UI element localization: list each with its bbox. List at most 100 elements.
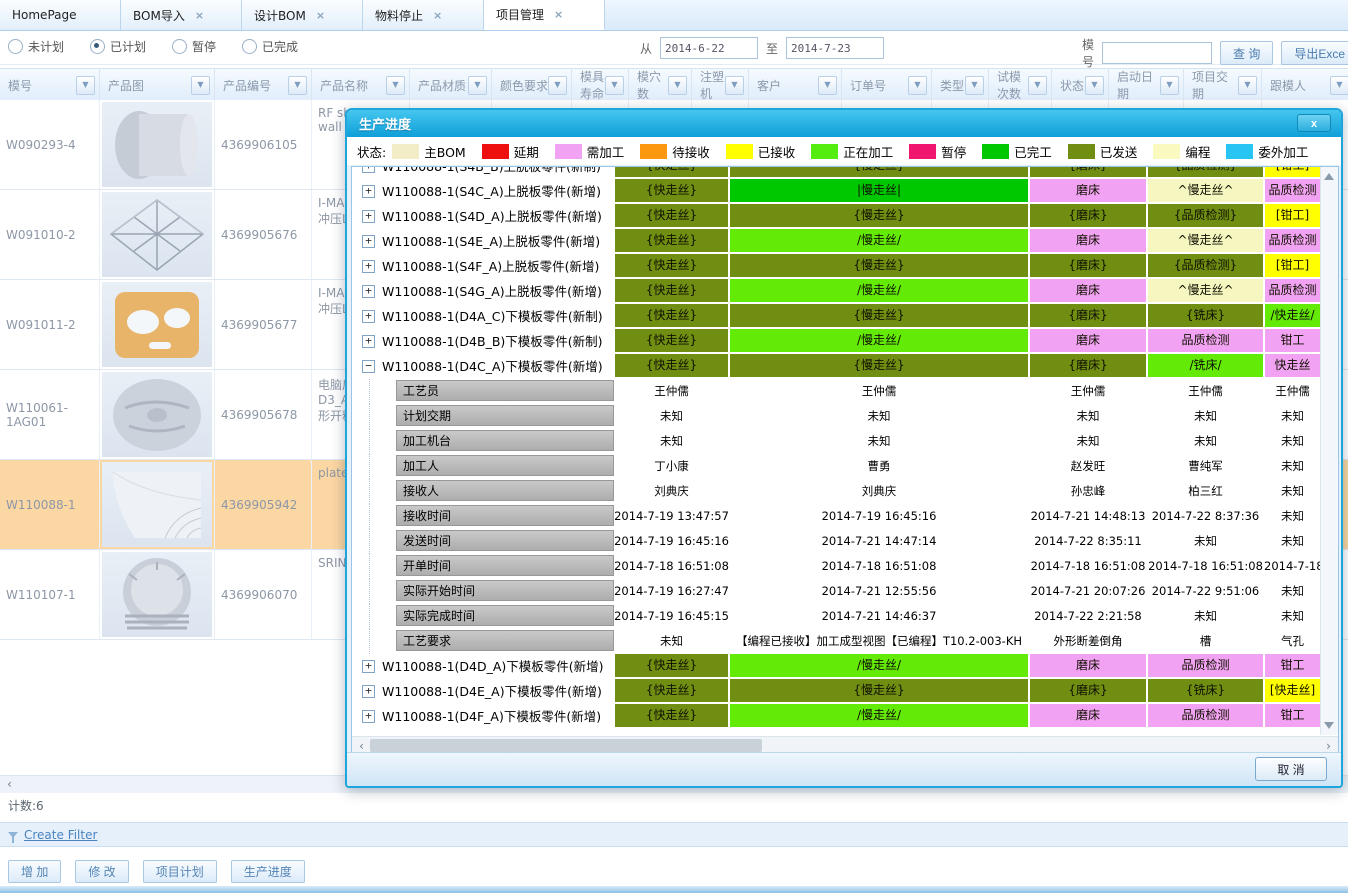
progress-row[interactable]: +W110088-1(S4E_A)上脱板零件(新增){快走丝}/慢走丝/磨床^慢…: [352, 229, 1321, 254]
column-filter-button[interactable]: ▼: [908, 76, 927, 95]
tab-设计BOM[interactable]: 设计BOM ×: [242, 0, 363, 30]
expand-icon[interactable]: +: [362, 285, 375, 298]
radio-已完成[interactable]: 已完成: [242, 38, 298, 55]
stage-cell: {快走丝}: [615, 679, 728, 702]
progress-row[interactable]: +W110088-1(D4A_C)下模板零件(新制){快走丝}{慢走丝}{磨床}…: [352, 304, 1321, 329]
tab-label: 项目管理: [496, 6, 544, 23]
action-button-修改[interactable]: 修 改: [75, 860, 128, 883]
detail-value: 2014-7-21 20:07:26: [1029, 579, 1147, 604]
scroll-up-arrow[interactable]: [1324, 173, 1334, 180]
progress-row[interactable]: +W110088-1(D4D_A)下模板零件(新增){快走丝}/慢走丝/磨床品质…: [352, 654, 1321, 679]
column-filter-button[interactable]: ▼: [191, 76, 210, 95]
column-filter-button[interactable]: ▼: [965, 76, 984, 95]
progress-row[interactable]: +W110088-1(S4F_A)上脱板零件(新增){快走丝}{慢走丝}{磨床}…: [352, 254, 1321, 279]
column-header-label: 启动日期: [1117, 68, 1160, 102]
column-filter-button[interactable]: ▼: [1085, 76, 1104, 95]
mold-no-input[interactable]: [1102, 42, 1212, 64]
column-filter-button[interactable]: ▼: [668, 76, 687, 95]
action-button-项目计划[interactable]: 项目计划: [143, 860, 217, 883]
close-tab-icon[interactable]: ×: [316, 9, 325, 22]
detail-label: 工艺要求: [396, 630, 614, 651]
scroll-left-arrow[interactable]: ‹: [2, 777, 17, 792]
column-filter-button[interactable]: ▼: [605, 76, 624, 95]
column-filter-button[interactable]: ▼: [1028, 76, 1047, 95]
scrollbar-thumb[interactable]: [370, 739, 762, 752]
column-header-产品编号: 产品编号▼: [215, 69, 312, 101]
detail-label: 接收时间: [396, 505, 614, 526]
mold-no-cell: W110061- 1AG01: [0, 370, 100, 459]
expand-icon[interactable]: +: [362, 210, 375, 223]
column-filter-button[interactable]: ▼: [1160, 76, 1179, 95]
close-tab-icon[interactable]: ×: [554, 8, 563, 21]
scroll-down-arrow[interactable]: [1324, 722, 1334, 729]
tab-HomePage[interactable]: HomePage: [0, 0, 121, 30]
expand-icon[interactable]: +: [362, 310, 375, 323]
create-filter-link[interactable]: Create Filter: [24, 828, 97, 842]
progress-row[interactable]: +W110088-1(S4D_A)上脱板零件(新增){快走丝}{慢走丝}{磨床}…: [352, 204, 1321, 229]
detail-value: 未知: [1147, 404, 1264, 429]
collapse-icon[interactable]: −: [362, 360, 375, 373]
mold-no-cell: W110088-1: [0, 460, 100, 549]
detail-value: 未知: [1147, 529, 1264, 554]
expand-icon[interactable]: +: [362, 235, 375, 248]
production-progress-dialog: 生产进度 x 状态:主BOM延期需加工待接收已接收正在加工暂停已完工已发送编程委…: [345, 108, 1343, 788]
detail-value: 2014-7-22 8:35:11: [1029, 529, 1147, 554]
column-header-产品材质: 产品材质▼: [410, 69, 492, 101]
expand-icon[interactable]: +: [362, 167, 375, 173]
detail-row: 实际完成时间2014-7-19 16:45:152014-7-21 14:46:…: [352, 604, 1321, 629]
progress-row[interactable]: −W110088-1(D4C_A)下模板零件(新增){快走丝}{慢走丝}{磨床}…: [352, 354, 1321, 379]
detail-value: 2014-7-21 14:47:14: [729, 529, 1029, 554]
action-button-增加[interactable]: 增 加: [8, 860, 61, 883]
progress-row[interactable]: +W110088-1(S4B_B)上脱板零件(新制){快走丝}{慢走丝}{磨床}…: [352, 167, 1321, 179]
column-filter-button[interactable]: ▼: [468, 76, 487, 95]
tab-label: 设计BOM: [254, 7, 306, 24]
detail-row: 开单时间2014-7-18 16:51:082014-7-18 16:51:08…: [352, 554, 1321, 579]
action-button-生产进度[interactable]: 生产进度: [231, 860, 305, 883]
column-filter-button[interactable]: ▼: [76, 76, 95, 95]
detail-row: 接收人刘典庆刘典庆孙忠峰柏三红未知: [352, 479, 1321, 504]
column-filter-button[interactable]: ▼: [1238, 76, 1257, 95]
progress-row[interactable]: +W110088-1(D4E_A)下模板零件(新增){快走丝}{慢走丝}{磨床}…: [352, 679, 1321, 704]
radio-已计划[interactable]: 已计划: [90, 38, 146, 55]
column-filter-button[interactable]: ▼: [288, 76, 307, 95]
tab-项目管理[interactable]: 项目管理 ×: [484, 0, 605, 30]
close-tab-icon[interactable]: ×: [195, 9, 204, 22]
part-name: W110088-1(S4B_B)上脱板零件(新制): [382, 167, 610, 179]
tab-BOM导入[interactable]: BOM导入×: [121, 0, 242, 30]
progress-row[interactable]: +W110088-1(S4C_A)上脱板零件(新增){快走丝}|慢走丝|磨床^慢…: [352, 179, 1321, 204]
export-excel-button[interactable]: 导出Exce: [1281, 41, 1348, 65]
expand-icon[interactable]: +: [362, 335, 375, 348]
column-filter-button[interactable]: ▼: [725, 76, 744, 95]
column-filter-button[interactable]: ▼: [386, 76, 405, 95]
to-date-input[interactable]: [786, 37, 884, 59]
tab-物料停止[interactable]: 物料停止×: [363, 0, 484, 30]
column-filter-button[interactable]: ▼: [1330, 76, 1348, 95]
expand-icon[interactable]: +: [362, 660, 375, 673]
mold-no-cell: W090293-4: [0, 100, 100, 189]
close-tab-icon[interactable]: ×: [433, 9, 442, 22]
expand-icon[interactable]: +: [362, 260, 375, 273]
column-filter-button[interactable]: ▼: [818, 76, 837, 95]
column-header-label: 模具寿命: [580, 68, 605, 102]
detail-value: 未知: [1264, 454, 1321, 479]
search-button[interactable]: 查 询: [1220, 41, 1273, 65]
detail-value: 2014-7-18: [1264, 554, 1321, 579]
column-header-label: 跟模人: [1270, 77, 1306, 94]
expand-icon[interactable]: +: [362, 685, 375, 698]
radio-未计划[interactable]: 未计划: [8, 38, 64, 55]
expand-icon[interactable]: +: [362, 710, 375, 723]
from-date-input[interactable]: [660, 37, 758, 59]
stage-cell: ^慢走丝^: [1148, 279, 1263, 302]
expand-icon[interactable]: +: [362, 185, 375, 198]
progress-row[interactable]: +W110088-1(D4B_B)下模板零件(新制){快走丝}/慢走丝/磨床品质…: [352, 329, 1321, 354]
cancel-button[interactable]: 取 消: [1255, 757, 1327, 781]
radio-circle-icon: [8, 39, 23, 54]
filter-builder-bar: Create Filter: [0, 822, 1348, 847]
column-filter-button[interactable]: ▼: [548, 76, 567, 95]
progress-row[interactable]: +W110088-1(S4G_A)上脱板零件(新增){快走丝}/慢走丝/磨床^慢…: [352, 279, 1321, 304]
stage-cell: {快走丝}: [615, 304, 728, 327]
close-icon[interactable]: x: [1297, 114, 1331, 132]
detail-label: 工艺员: [396, 380, 614, 401]
radio-暂停[interactable]: 暂停: [172, 38, 216, 55]
progress-row[interactable]: +W110088-1(D4F_A)下模板零件(新增){快走丝}/慢走丝/磨床品质…: [352, 704, 1321, 729]
